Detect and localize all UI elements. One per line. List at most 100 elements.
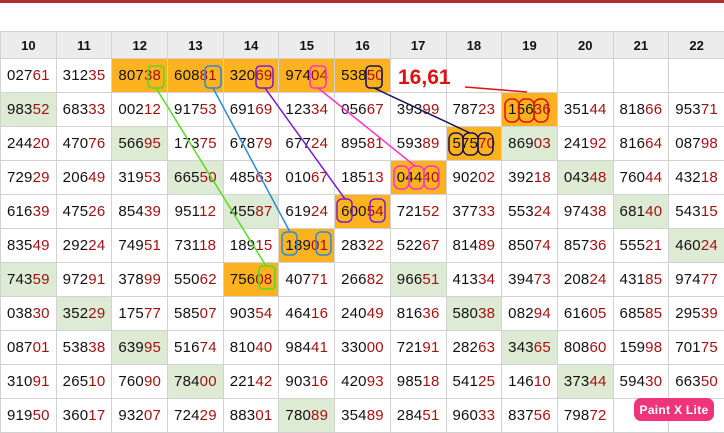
cell-suffix: 67: [422, 237, 439, 254]
cell-suffix: 39: [701, 305, 718, 322]
grid-cell: 76044: [613, 161, 669, 195]
cell-suffix: 60: [589, 339, 606, 356]
grid-cell: 53850: [335, 59, 391, 93]
cell-suffix: 26: [88, 203, 105, 220]
cell-prefix: 681: [620, 203, 646, 220]
cell-prefix: 475: [63, 203, 89, 220]
cell-prefix: 319: [118, 169, 144, 186]
cell-suffix: 24: [534, 203, 551, 220]
cell-prefix: 663: [675, 373, 701, 390]
cell-suffix: 07: [144, 407, 161, 424]
cell-suffix: 18: [422, 373, 439, 390]
cell-prefix: 360: [63, 407, 89, 424]
grid-cell: 55062: [168, 263, 224, 297]
grid-cell: 59389: [390, 127, 446, 161]
cell-suffix: 42: [255, 373, 272, 390]
grid-cell: 39473: [502, 263, 558, 297]
cell-suffix: 30: [33, 305, 50, 322]
grid-cell: 08798: [669, 127, 724, 161]
cell-suffix: 12: [144, 101, 161, 118]
grid-cell: 60881: [168, 59, 224, 93]
grid-cell: 98518: [390, 365, 446, 399]
cell-suffix: 29: [33, 169, 50, 186]
cell-suffix: 15: [255, 237, 272, 254]
cell-prefix: 485: [230, 169, 256, 186]
cell-suffix: 01: [311, 237, 328, 254]
column-header: 22: [669, 32, 724, 59]
column-header: 21: [613, 32, 669, 59]
grid-cell: 54125: [446, 365, 502, 399]
cell-prefix: 575: [452, 135, 478, 152]
grid-cell: 74951: [112, 229, 168, 263]
cell-suffix: 74: [200, 339, 217, 356]
column-header: 16: [335, 32, 391, 59]
cell-suffix: 23: [478, 101, 495, 118]
cell-prefix: 837: [508, 407, 534, 424]
grid-cell: 85074: [502, 229, 558, 263]
cell-suffix: 82: [367, 271, 384, 288]
cell-suffix: 16: [311, 305, 328, 322]
cell-prefix: 292: [63, 237, 89, 254]
cell-suffix: 22: [367, 237, 384, 254]
cell-suffix: 33: [478, 407, 495, 424]
cell-suffix: 70: [478, 135, 495, 152]
column-header: 12: [112, 32, 168, 59]
cell-suffix: 39: [144, 203, 161, 220]
cell-prefix: 330: [341, 339, 367, 356]
cell-prefix: 555: [620, 237, 646, 254]
cell-prefix: 320: [230, 67, 256, 84]
grid-cell: 97291: [56, 263, 112, 297]
cell-suffix: 01: [255, 407, 272, 424]
grid-cell: 17577: [112, 297, 168, 331]
cell-suffix: 56: [534, 407, 551, 424]
cell-suffix: 38: [144, 67, 161, 84]
cell-prefix: 760: [620, 169, 646, 186]
cell-suffix: 38: [88, 339, 105, 356]
cell-suffix: 34: [311, 101, 328, 118]
cell-suffix: 03: [534, 135, 551, 152]
cell-prefix: 420: [341, 373, 367, 390]
grid-cell: 85439: [112, 195, 168, 229]
grid-cell: [446, 59, 502, 93]
cell-suffix: 87: [255, 203, 272, 220]
grid-cell: [390, 59, 446, 93]
cell-prefix: 616: [7, 203, 33, 220]
grid-cell: 00212: [112, 93, 168, 127]
cell-suffix: 50: [33, 407, 50, 424]
cell-suffix: 63: [478, 339, 495, 356]
paint-x-lite-badge[interactable]: Paint X Lite: [634, 398, 714, 421]
cell-prefix: 413: [452, 271, 478, 288]
cell-suffix: 76: [88, 135, 105, 152]
grid-cell: 96651: [390, 263, 446, 297]
grid-cell: 85736: [557, 229, 613, 263]
cell-suffix: 63: [255, 169, 272, 186]
cell-suffix: 71: [311, 271, 328, 288]
cell-prefix: 903: [230, 305, 256, 322]
grid-cell: 37733: [446, 195, 502, 229]
cell-suffix: 33: [88, 101, 105, 118]
cell-suffix: 98: [701, 135, 718, 152]
grid-cell: 70175: [669, 331, 724, 365]
column-header: 13: [168, 32, 224, 59]
cell-suffix: 38: [589, 203, 606, 220]
grid-cell: 68585: [613, 297, 669, 331]
cell-suffix: 41: [311, 339, 328, 356]
grid-cell: 43185: [613, 263, 669, 297]
cell-suffix: 24: [589, 271, 606, 288]
cell-prefix: 516: [174, 339, 200, 356]
cell-suffix: 29: [88, 305, 105, 322]
cell-prefix: 902: [452, 169, 478, 186]
cell-prefix: 807: [118, 67, 144, 84]
cell-prefix: 724: [174, 407, 200, 424]
grid-cell: 68333: [56, 93, 112, 127]
cell-suffix: 77: [144, 305, 161, 322]
grid-cell: 34365: [502, 331, 558, 365]
cell-suffix: 15: [701, 203, 718, 220]
grid-cell: 90316: [279, 365, 335, 399]
cell-prefix: 787: [452, 101, 478, 118]
cell-suffix: 53: [144, 169, 161, 186]
cell-prefix: 810: [230, 339, 256, 356]
cell-suffix: 99: [144, 271, 161, 288]
cell-suffix: 75: [701, 339, 718, 356]
cell-prefix: 244: [7, 135, 33, 152]
